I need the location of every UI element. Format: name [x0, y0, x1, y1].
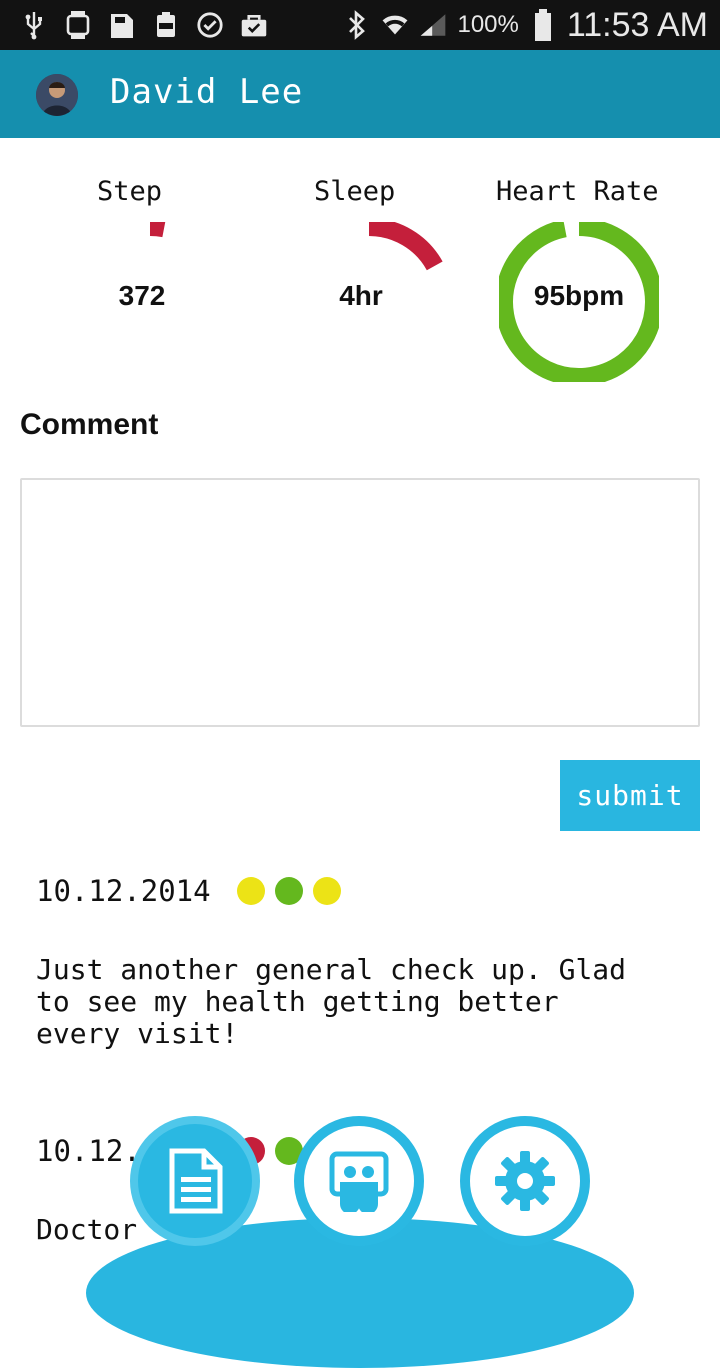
comment-input[interactable]	[20, 478, 700, 727]
entry-date: 10.12.2014	[36, 874, 211, 908]
avatar[interactable]	[36, 74, 78, 116]
check-circle-icon	[196, 11, 224, 39]
system-icons: 100% 11:53 AM	[343, 6, 708, 44]
indicator-dot	[237, 877, 265, 905]
status-indicators	[237, 877, 341, 905]
document-icon	[169, 1148, 223, 1214]
share-icon	[329, 1151, 389, 1212]
submit-button[interactable]: submit	[560, 760, 700, 831]
documents-button[interactable]	[130, 1116, 260, 1246]
watch-icon	[64, 11, 92, 39]
comment-heading: Comment	[20, 408, 159, 441]
step-label: Step	[97, 176, 163, 207]
settings-icon	[495, 1151, 555, 1211]
heart-rate-value: 95bpm	[533, 280, 625, 311]
usb-icon	[20, 11, 48, 40]
galaxy-card-icon	[108, 11, 136, 39]
share-button[interactable]	[294, 1116, 424, 1246]
indicator-dot	[313, 877, 341, 905]
sleep-label: Sleep	[314, 176, 396, 207]
status-bar: 100% 11:53 AM	[0, 0, 720, 50]
wifi-icon	[381, 11, 409, 39]
heart-rate-label: Heart Rate	[496, 176, 659, 207]
bluetooth-icon	[343, 10, 371, 40]
entry-date: 10.12.	[36, 1134, 141, 1168]
sleep-progress-arc	[368, 222, 443, 271]
indicator-dot	[275, 877, 303, 905]
sleep-value: 4hr	[339, 280, 383, 311]
status-clock: 11:53 AM	[566, 5, 708, 44]
battery-percent: 100%	[457, 11, 519, 38]
battery-100-icon	[152, 11, 180, 39]
step-progress-arc	[149, 222, 166, 238]
shopping-bag-icon	[240, 11, 268, 39]
battery-icon	[529, 9, 557, 41]
app-bar: David Lee	[0, 50, 720, 138]
notification-icons	[20, 8, 268, 42]
signal-icon	[419, 11, 447, 39]
step-value: 372	[118, 280, 166, 311]
user-name: David Lee	[110, 72, 304, 112]
settings-button[interactable]	[460, 1116, 590, 1246]
entry-text: Just another general check up. Glad to s…	[36, 953, 627, 1050]
